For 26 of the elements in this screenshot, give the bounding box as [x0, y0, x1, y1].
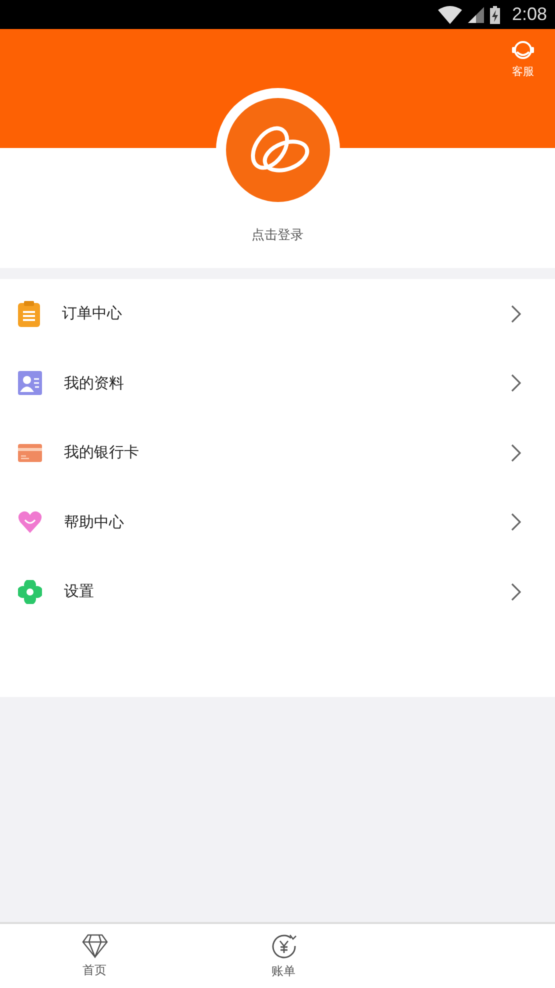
- avatar-logo-icon[interactable]: [226, 98, 330, 202]
- bank-card-icon: [18, 444, 42, 462]
- chevron-right-icon: [511, 374, 521, 392]
- tab-item[interactable]: 账单: [189, 924, 378, 988]
- menu-item[interactable]: 帮助中心: [0, 488, 555, 557]
- signal-icon: [468, 6, 484, 22]
- headset-icon: [511, 39, 535, 61]
- contact-card-icon: [18, 371, 42, 396]
- wifi-icon: [438, 6, 462, 24]
- chevron-right-icon: [511, 304, 521, 323]
- chevron-right-icon: [511, 582, 521, 601]
- yen-coin-icon: [270, 932, 296, 958]
- menu-item[interactable]: 我的银行卡: [0, 418, 555, 488]
- battery-icon: [490, 6, 500, 24]
- login-link[interactable]: 点击登录: [252, 226, 304, 244]
- clipboard-icon: [18, 300, 40, 327]
- chevron-right-icon: [511, 513, 521, 532]
- status-time: 2:08: [512, 4, 547, 25]
- heart-icon: [18, 511, 42, 534]
- chevron-right-icon: [511, 444, 521, 462]
- menu-item[interactable]: 我的资料: [0, 348, 555, 418]
- flower-icon: [18, 580, 42, 604]
- menu-item[interactable]: 订单中心: [0, 279, 555, 348]
- menu-item[interactable]: 设置: [0, 557, 555, 626]
- diamond-icon: [82, 934, 108, 958]
- tab-item[interactable]: 首页: [0, 924, 189, 988]
